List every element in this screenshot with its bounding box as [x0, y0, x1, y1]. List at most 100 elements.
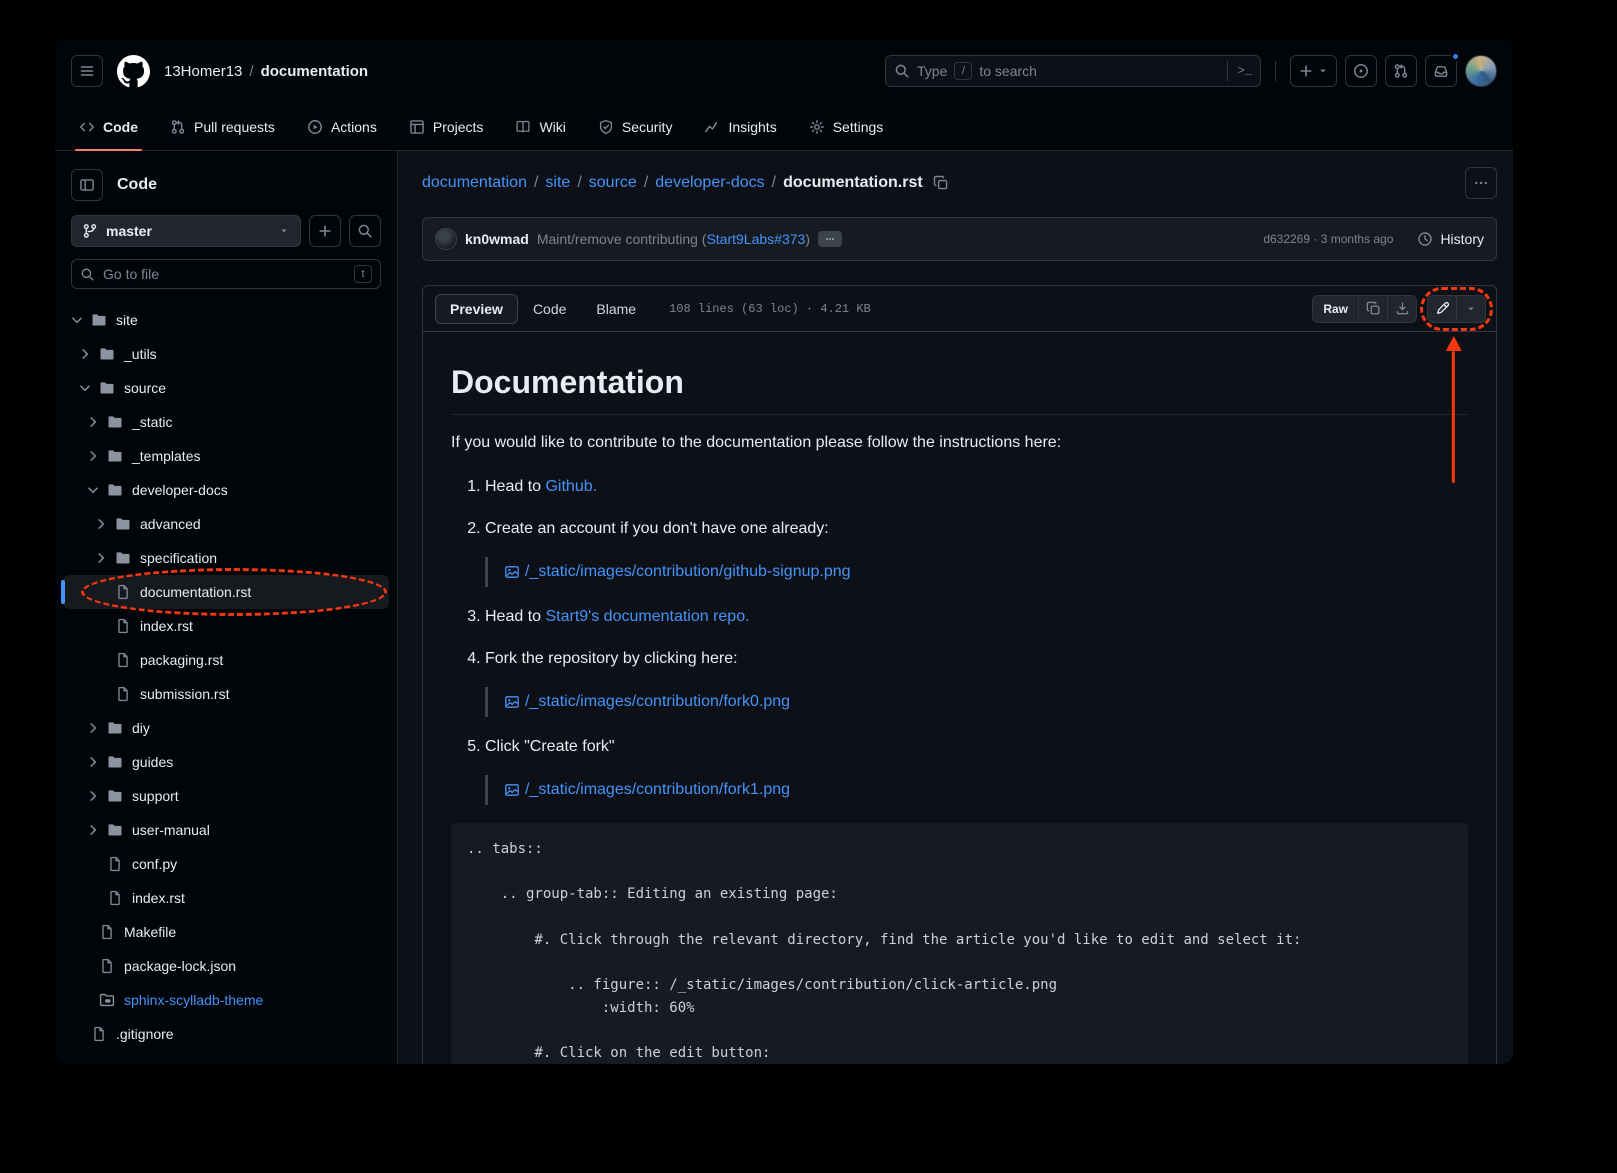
tree-item-source[interactable]: source	[63, 371, 389, 405]
image-link[interactable]: /_static/images/contribution/fork1.png	[525, 778, 790, 802]
chevron-right-icon[interactable]	[93, 550, 109, 566]
tree-item-submission.rst[interactable]: submission.rst	[63, 677, 389, 711]
raw-button[interactable]: Raw	[1312, 295, 1359, 323]
tree-item-_templates[interactable]: _templates	[63, 439, 389, 473]
commit-issue-link[interactable]: Start9Labs#373	[706, 231, 805, 247]
tab-projects[interactable]: Projects	[397, 103, 496, 150]
context-breadcrumb: 13Homer13 / documentation	[164, 63, 368, 80]
breadcrumb-source-link[interactable]: source	[589, 174, 637, 192]
edit-button-group	[1427, 295, 1486, 323]
tree-item-conf.py[interactable]: conf.py	[63, 847, 389, 881]
tree-item-label: site	[116, 312, 138, 328]
global-search-input[interactable]: Type / to search >_	[885, 55, 1261, 87]
branch-selector[interactable]: master	[71, 215, 301, 247]
more-options-button[interactable]	[1465, 167, 1497, 199]
step-link[interactable]: Github.	[545, 478, 597, 495]
instruction-step: Fork the repository by clicking here:/_s…	[485, 647, 1468, 717]
tab-wiki[interactable]: Wiki	[503, 103, 577, 150]
tree-item-diy[interactable]: diy	[63, 711, 389, 745]
tab-code-view[interactable]: Code	[518, 294, 581, 324]
command-palette-icon[interactable]: >_	[1227, 61, 1252, 81]
tree-item-advanced[interactable]: advanced	[63, 507, 389, 541]
user-avatar[interactable]	[1465, 55, 1497, 87]
chevron-down-icon[interactable]	[77, 380, 93, 396]
tree-item-user-manual[interactable]: user-manual	[63, 813, 389, 847]
chevron-down-icon	[1317, 65, 1329, 77]
tab-settings[interactable]: Settings	[797, 103, 896, 150]
tree-item-sphinx-scylladb-theme[interactable]: sphinx-scylladb-theme	[63, 983, 389, 1017]
tree-item-package-lock.json[interactable]: package-lock.json	[63, 949, 389, 983]
chevron-right-icon[interactable]	[85, 720, 101, 736]
tree-item-guides[interactable]: guides	[63, 745, 389, 779]
copy-path-button[interactable]	[933, 175, 949, 191]
tree-item-developer-docs[interactable]: developer-docs	[63, 473, 389, 507]
search-repo-button[interactable]	[349, 215, 381, 247]
instruction-step: Click "Create fork"/_static/images/contr…	[485, 735, 1468, 805]
chevron-down-icon[interactable]	[69, 312, 85, 328]
tree-item-_utils[interactable]: _utils	[63, 337, 389, 371]
tab-blame[interactable]: Blame	[581, 294, 651, 324]
tab-label: Wiki	[539, 119, 565, 135]
tree-item-index.rst[interactable]: index.rst	[63, 609, 389, 643]
tree-item-label: developer-docs	[132, 482, 228, 498]
tree-item-label: _utils	[124, 346, 157, 362]
commit-description-toggle[interactable]	[818, 231, 842, 247]
tree-item-index.rst[interactable]: index.rst	[63, 881, 389, 915]
tree-item-label: source	[124, 380, 166, 396]
folder-icon	[107, 414, 123, 430]
search-icon	[80, 267, 95, 282]
github-logo[interactable]	[117, 55, 150, 88]
copy-file-button[interactable]	[1358, 295, 1388, 323]
breadcrumb-developer-docs-link[interactable]: developer-docs	[655, 174, 764, 192]
go-to-file-input[interactable]: Go to file t	[71, 259, 381, 289]
tab-pull-requests[interactable]: Pull requests	[158, 103, 287, 150]
step-link[interactable]: Start9's documentation repo.	[545, 608, 749, 625]
tree-item-specification[interactable]: specification	[63, 541, 389, 575]
commit-sha-link[interactable]: d632269	[1263, 232, 1310, 246]
hamburger-menu-button[interactable]	[71, 55, 103, 87]
chevron-right-icon[interactable]	[77, 346, 93, 362]
owner-link[interactable]: 13Homer13	[164, 63, 242, 80]
history-button[interactable]: History	[1417, 231, 1484, 247]
folder-icon	[99, 380, 115, 396]
repo-link[interactable]: documentation	[261, 63, 369, 80]
tab-code[interactable]: Code	[67, 103, 150, 150]
tab-insights[interactable]: Insights	[692, 103, 788, 150]
file-breadcrumb: documentation / site / source / develope…	[422, 165, 1497, 201]
tree-item-_static[interactable]: _static	[63, 405, 389, 439]
tree-item-documentation.rst[interactable]: documentation.rst	[63, 575, 389, 609]
create-new-button[interactable]	[1290, 55, 1337, 87]
tab-security[interactable]: Security	[586, 103, 685, 150]
chevron-right-icon[interactable]	[85, 414, 101, 430]
tree-item-label: support	[132, 788, 179, 804]
chevron-down-icon[interactable]	[85, 482, 101, 498]
tree-item-.gitignore[interactable]: .gitignore	[63, 1017, 389, 1051]
edit-dropdown-button[interactable]	[1456, 295, 1486, 323]
image-link[interactable]: /_static/images/contribution/github-sign…	[525, 560, 851, 584]
commit-author-avatar[interactable]	[435, 228, 457, 250]
tree-item-support[interactable]: support	[63, 779, 389, 813]
tree-item-packaging.rst[interactable]: packaging.rst	[63, 643, 389, 677]
chevron-right-icon[interactable]	[93, 516, 109, 532]
download-button[interactable]	[1387, 295, 1417, 323]
tree-item-site[interactable]: site	[63, 303, 389, 337]
collapse-sidebar-button[interactable]	[71, 169, 103, 201]
tab-actions[interactable]: Actions	[295, 103, 389, 150]
image-blockquote: /_static/images/contribution/fork0.png	[485, 687, 1468, 717]
breadcrumb-repo-link[interactable]: documentation	[422, 174, 527, 192]
commit-author-link[interactable]: kn0wmad	[465, 231, 529, 247]
issues-button[interactable]	[1345, 55, 1377, 87]
tree-item-makefile[interactable]: Makefile	[63, 915, 389, 949]
tab-preview[interactable]: Preview	[435, 294, 518, 324]
chevron-right-icon[interactable]	[85, 754, 101, 770]
search-icon	[357, 223, 373, 239]
edit-file-button[interactable]	[1427, 295, 1457, 323]
image-link[interactable]: /_static/images/contribution/fork0.png	[525, 690, 790, 714]
breadcrumb-site-link[interactable]: site	[545, 174, 570, 192]
chevron-right-icon[interactable]	[85, 788, 101, 804]
chevron-right-icon[interactable]	[85, 822, 101, 838]
add-file-button[interactable]	[309, 215, 341, 247]
pull-requests-button[interactable]	[1385, 55, 1417, 87]
download-icon	[1395, 301, 1410, 316]
chevron-right-icon[interactable]	[85, 448, 101, 464]
